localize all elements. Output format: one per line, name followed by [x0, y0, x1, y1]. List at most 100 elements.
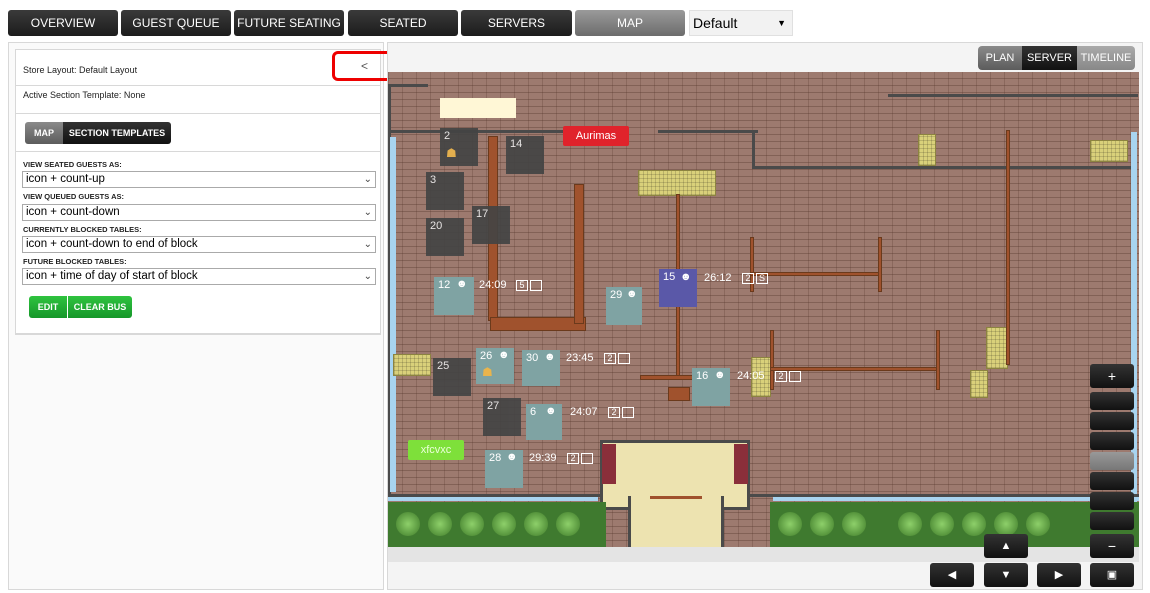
center-map-button[interactable]: ▣ — [1090, 563, 1134, 587]
collapse-arrow: < — [361, 59, 369, 73]
door — [650, 496, 702, 499]
left-panel: Store Layout: Default Layout Active Sect… — [8, 42, 384, 590]
rail — [936, 330, 940, 390]
rail — [770, 330, 774, 390]
guest-icon: ☻ — [545, 405, 557, 417]
future-blocked-select[interactable]: icon + time of day of start of block ⌄ — [22, 268, 376, 285]
party-size: 2 — [604, 353, 616, 364]
window — [390, 137, 396, 492]
server-name: Aurimas — [575, 130, 617, 142]
bell-icon: ☗ — [446, 146, 457, 160]
table-number: 12 — [438, 279, 451, 291]
timer: 24:07 — [570, 406, 598, 418]
bush — [556, 512, 580, 536]
entrance-planter — [734, 444, 748, 484]
zoom-level[interactable] — [1090, 412, 1134, 430]
table-20[interactable]: 20 — [426, 218, 464, 256]
mat — [918, 134, 936, 166]
zoom-level[interactable] — [1090, 512, 1134, 530]
tab-timeline[interactable]: TIMELINE — [1077, 46, 1135, 70]
clear-bus-button[interactable]: CLEAR BUS — [68, 296, 132, 318]
mat — [970, 370, 988, 398]
divider — [16, 151, 380, 152]
guest-icon: ☻ — [506, 451, 518, 463]
tab-servers[interactable]: SERVERS — [461, 10, 572, 36]
seated-guests-select[interactable]: icon + count-up ⌄ — [22, 171, 376, 188]
table-14[interactable]: 14 — [506, 136, 544, 174]
chevron-down-icon: ⌄ — [363, 174, 372, 185]
bush — [460, 512, 484, 536]
table-2[interactable]: 2 ☗ — [440, 128, 478, 166]
tab-section-templates[interactable]: SECTION TEMPLATES — [63, 122, 171, 144]
server-flag: S — [756, 273, 768, 284]
blocked-tables-value: icon + count-down to end of block — [26, 238, 198, 250]
table-number: 27 — [487, 400, 500, 412]
queued-guests-select[interactable]: icon + count-down ⌄ — [22, 204, 376, 221]
bell-icon: ☗ — [482, 365, 493, 379]
pan-left-button[interactable]: ◀ — [930, 563, 974, 587]
queued-guests-label: VIEW QUEUED GUESTS AS: — [23, 192, 124, 201]
tab-guest-queue[interactable]: GUEST QUEUE — [121, 10, 231, 36]
zoom-in-button[interactable]: + — [1090, 364, 1134, 388]
layout-select[interactable]: Default ▼ — [689, 10, 793, 36]
zoom-level[interactable] — [1090, 472, 1134, 490]
table-29[interactable]: 29 ☻ — [606, 287, 642, 325]
edit-button[interactable]: EDIT — [29, 296, 67, 318]
zoom-level[interactable] — [1090, 492, 1134, 510]
zoom-level-current[interactable] — [1090, 452, 1134, 470]
bush — [842, 512, 866, 536]
pan-up-button[interactable]: ▲ — [984, 534, 1028, 558]
timer: 26:12 — [704, 272, 732, 284]
divider — [15, 333, 381, 334]
mat — [1090, 140, 1128, 162]
wall — [752, 166, 1132, 169]
table-25[interactable]: 25 — [433, 358, 471, 396]
guest-icon: ☻ — [714, 369, 726, 381]
table-number: 3 — [430, 174, 437, 186]
party-size: 2 — [608, 407, 620, 418]
wall — [658, 130, 758, 133]
tab-plan[interactable]: PLAN — [978, 46, 1022, 70]
table-number: 28 — [489, 452, 502, 464]
zoom-out-button[interactable]: − — [1090, 534, 1134, 558]
guest-icon: ☻ — [544, 351, 556, 363]
tab-server[interactable]: SERVER — [1022, 46, 1077, 70]
tab-future-seating[interactable]: FUTURE SEATING — [234, 10, 344, 36]
mat — [638, 170, 716, 196]
zoom-level[interactable] — [1090, 432, 1134, 450]
seated-guests-label: VIEW SEATED GUESTS AS: — [23, 160, 122, 169]
blocked-tables-label: CURRENTLY BLOCKED TABLES: — [23, 225, 142, 234]
divider — [16, 113, 380, 114]
floor-plan[interactable]: Aurimas xfcvxc 2 ☗ 14 3 17 20 12 ☻ 24:09… — [388, 72, 1139, 562]
wall — [888, 94, 1138, 97]
table-number: 6 — [530, 406, 537, 418]
bush — [898, 512, 922, 536]
party-size: 5 — [516, 280, 528, 291]
status-box — [622, 407, 634, 418]
table-17[interactable]: 17 — [472, 206, 510, 244]
tab-map[interactable]: MAP — [575, 10, 685, 36]
active-section-text: Active Section Template: None — [23, 90, 146, 100]
server-name: xfcvxc — [420, 444, 452, 456]
table-27[interactable]: 27 — [483, 398, 521, 436]
table-6[interactable]: 6 — [526, 404, 562, 440]
pan-down-button[interactable]: ▼ — [984, 563, 1028, 587]
tab-map-mode[interactable]: MAP — [25, 122, 63, 144]
tab-overview[interactable]: OVERVIEW — [8, 10, 118, 36]
table-12[interactable]: 12 — [434, 277, 474, 315]
tab-seated[interactable]: SEATED — [348, 10, 458, 36]
guest-icon: ☻ — [498, 349, 510, 361]
pan-right-button[interactable]: ▶ — [1037, 563, 1081, 587]
blocked-tables-select[interactable]: icon + count-down to end of block ⌄ — [22, 236, 376, 253]
table-number: 17 — [476, 208, 489, 220]
wall — [388, 84, 428, 87]
bush — [428, 512, 452, 536]
mat — [393, 354, 431, 376]
table-number: 29 — [610, 289, 623, 301]
zoom-level[interactable] — [1090, 392, 1134, 410]
table-3[interactable]: 3 — [426, 172, 464, 210]
bush — [962, 512, 986, 536]
server-tag-aurimas[interactable]: Aurimas — [563, 126, 629, 146]
server-tag-xfcvxc[interactable]: xfcvxc — [408, 440, 464, 460]
table-26[interactable]: 26 ☻ ☗ — [476, 348, 514, 384]
